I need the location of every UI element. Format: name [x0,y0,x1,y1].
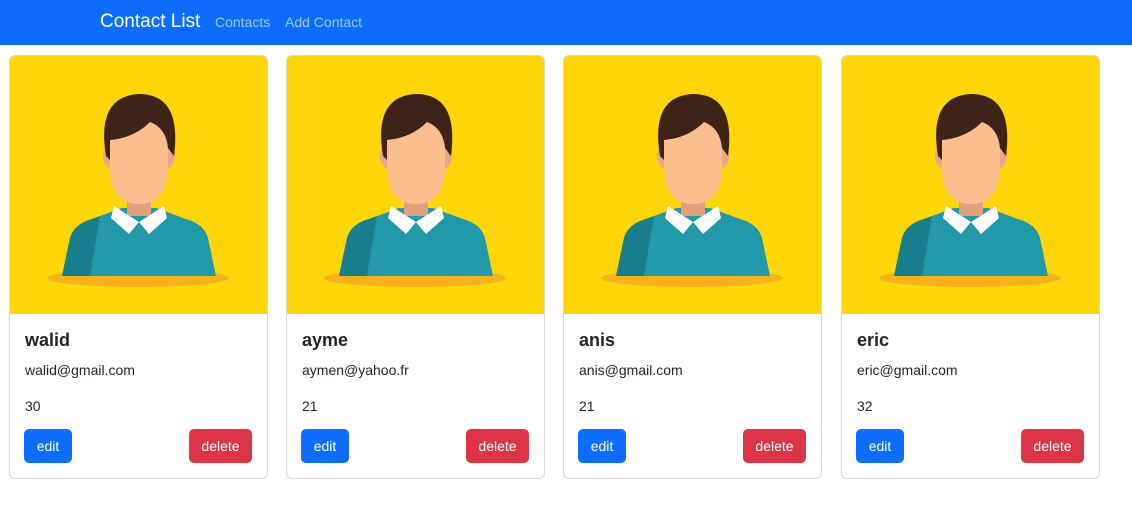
delete-button[interactable]: delete [189,429,252,463]
avatar [564,56,821,314]
contact-age: 21 [302,398,318,414]
contact-card: anis anis@gmail.com 21 edit delete [563,55,822,479]
contact-age: 32 [857,398,873,414]
avatar [287,56,544,314]
contact-name: anis [579,330,616,350]
nav-link-contacts[interactable]: Contacts [215,13,270,31]
navbar: Contact List Contacts Add Contact [0,0,1132,45]
delete-button[interactable]: delete [743,429,806,463]
contact-card: eric eric@gmail.com 32 edit delete [841,55,1100,479]
avatar-icon [564,56,821,314]
delete-button[interactable]: delete [466,429,529,463]
edit-button[interactable]: edit [856,429,904,463]
contact-email: eric@gmail.com [857,362,958,378]
avatar [842,56,1099,314]
edit-button[interactable]: edit [24,429,72,463]
avatar-icon [10,56,267,314]
contact-age: 21 [579,398,595,414]
avatar-icon [287,56,544,314]
contact-name: walid [25,330,71,350]
avatar-icon [842,56,1099,314]
contact-email: anis@gmail.com [579,362,683,378]
delete-button[interactable]: delete [1021,429,1084,463]
edit-button[interactable]: edit [578,429,626,463]
contact-name: ayme [302,330,349,350]
nav-link-add-contact[interactable]: Add Contact [285,13,362,31]
avatar [10,56,267,314]
contact-card: walid walid@gmail.com 30 edit delete [9,55,268,479]
contact-name: eric [857,330,890,350]
edit-button[interactable]: edit [301,429,349,463]
contact-email: aymen@yahoo.fr [302,362,409,378]
brand-link[interactable]: Contact List [100,10,200,34]
contact-card: ayme aymen@yahoo.fr 21 edit delete [286,55,545,479]
contact-age: 30 [25,398,41,414]
contact-email: walid@gmail.com [25,362,135,378]
